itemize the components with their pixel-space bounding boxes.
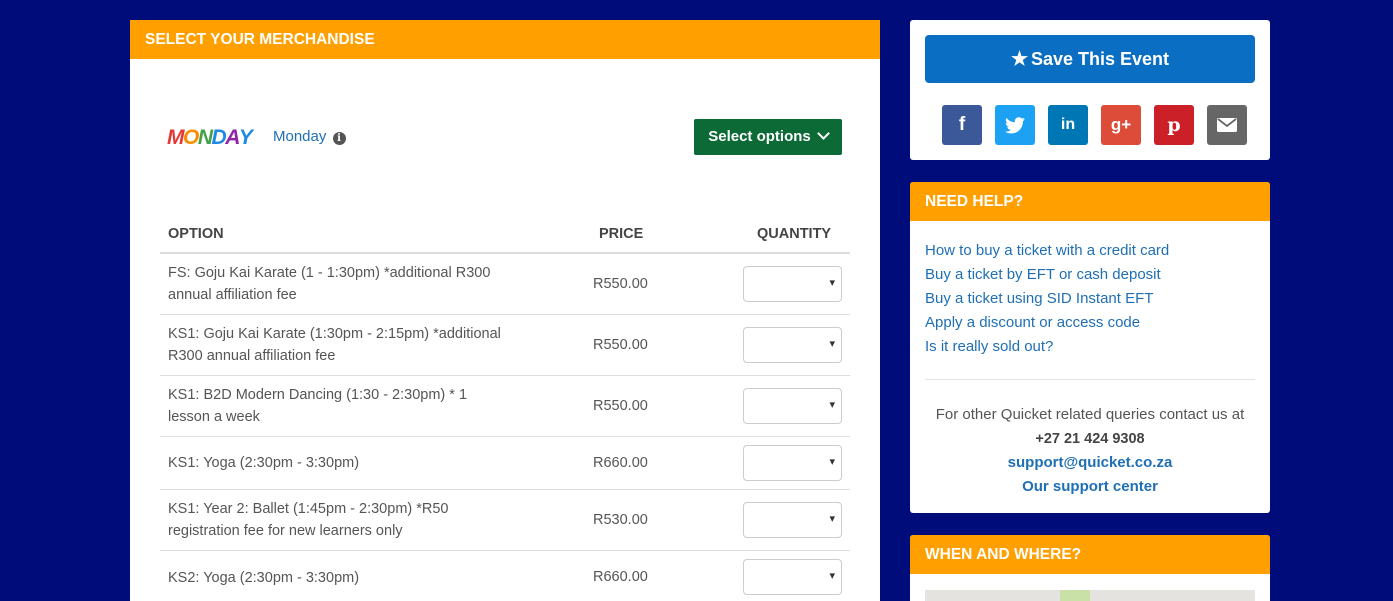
map-road [1060, 590, 1090, 601]
option-name: KS1: B2D Modern Dancing (1:30 - 2:30pm) … [168, 387, 468, 425]
table-row: KS1: B2D Modern Dancing (1:30 - 2:30pm) … [160, 376, 850, 437]
help-contact: For other Quicket related queries contac… [910, 403, 1270, 499]
table-row: KS1: Goju Kai Karate (1:30pm - 2:15pm) *… [160, 315, 850, 376]
table-row: KS2: Yoga (2:30pm - 3:30pm) R660.00 [160, 551, 850, 601]
product-name[interactable]: Monday [273, 128, 326, 145]
table-row: KS1: Year 2: Ballet (1:45pm - 2:30pm) *R… [160, 490, 850, 551]
save-event-button[interactable]: ★ Save This Event [925, 35, 1255, 83]
chevron-down-icon [816, 127, 830, 140]
contact-text: For other Quicket related queries contac… [935, 406, 1245, 423]
select-options-button[interactable]: Select options [694, 119, 842, 155]
product-name-link[interactable]: Monday i [273, 127, 346, 147]
pinterest-icon[interactable]: p [1154, 105, 1194, 145]
help-links: How to buy a ticket with a credit card B… [925, 239, 1169, 359]
need-help-card: NEED HELP? How to buy a ticket with a cr… [910, 182, 1270, 513]
option-price: R550.00 [593, 337, 648, 353]
option-price: R530.00 [593, 512, 648, 528]
option-price: R660.00 [593, 569, 648, 585]
google-plus-icon[interactable]: g+ [1101, 105, 1141, 145]
quantity-select[interactable] [743, 445, 842, 481]
event-map[interactable] [925, 590, 1255, 601]
help-link-sold-out[interactable]: Is it really sold out? [925, 335, 1169, 359]
save-event-label: Save This Event [1030, 49, 1170, 69]
when-where-header: WHEN AND WHERE? [910, 535, 1270, 574]
email-icon[interactable] [1207, 105, 1247, 145]
quantity-select[interactable] [743, 559, 842, 595]
facebook-icon[interactable]: f [942, 105, 982, 145]
option-name: FS: Goju Kai Karate (1 - 1:30pm) *additi… [168, 265, 491, 303]
need-help-header: NEED HELP? [910, 182, 1270, 221]
option-name: KS1: Goju Kai Karate (1:30pm - 2:15pm) *… [168, 326, 501, 364]
help-link-credit-card[interactable]: How to buy a ticket with a credit card [925, 239, 1169, 263]
table-row: FS: Goju Kai Karate (1 - 1:30pm) *additi… [160, 254, 850, 315]
help-divider [925, 379, 1255, 380]
option-name: KS1: Year 2: Ballet (1:45pm - 2:30pm) *R… [168, 501, 449, 539]
twitter-icon[interactable] [995, 105, 1035, 145]
col-quantity: QUANTITY [757, 226, 832, 242]
merchandise-header: SELECT YOUR MERCHANDISE [130, 20, 880, 59]
when-where-card: WHEN AND WHERE? [910, 535, 1270, 601]
col-option: OPTION [168, 226, 224, 242]
quantity-select[interactable] [743, 327, 842, 363]
contact-phone: +27 21 424 9308 [1035, 431, 1145, 447]
select-options-label: Select options [708, 128, 811, 145]
option-price: R550.00 [593, 398, 648, 414]
merchandise-panel: SELECT YOUR MERCHANDISE MONDAY Monday i … [130, 20, 880, 601]
option-price: R550.00 [593, 276, 648, 292]
merchandise-table: OPTION PRICE QUANTITY FS: Goju Kai Karat… [160, 216, 850, 601]
help-link-eft[interactable]: Buy a ticket by EFT or cash deposit [925, 263, 1169, 287]
option-price: R660.00 [593, 455, 648, 471]
help-link-discount[interactable]: Apply a discount or access code [925, 311, 1169, 335]
table-header: OPTION PRICE QUANTITY [160, 216, 850, 254]
help-link-sid[interactable]: Buy a ticket using SID Instant EFT [925, 287, 1169, 311]
info-circle-icon[interactable]: i [332, 132, 346, 145]
option-name: KS1: Yoga (2:30pm - 3:30pm) [168, 455, 360, 471]
support-email-link[interactable]: support@quicket.co.za [910, 451, 1270, 475]
linkedin-icon[interactable]: in [1048, 105, 1088, 145]
monday-logo: MONDAY [167, 126, 253, 149]
support-center-link[interactable]: Our support center [910, 475, 1270, 499]
quantity-select[interactable] [743, 502, 842, 538]
option-name: KS2: Yoga (2:30pm - 3:30pm) [168, 570, 360, 586]
quantity-select[interactable] [743, 266, 842, 302]
table-row: KS1: Yoga (2:30pm - 3:30pm) R660.00 [160, 437, 850, 490]
save-event-card: ★ Save This Event f in g+ p [910, 20, 1270, 160]
star-icon: ★ [1010, 49, 1028, 70]
quantity-select[interactable] [743, 388, 842, 424]
product-row: MONDAY Monday i Select options [167, 119, 842, 157]
col-price: PRICE [599, 226, 644, 242]
